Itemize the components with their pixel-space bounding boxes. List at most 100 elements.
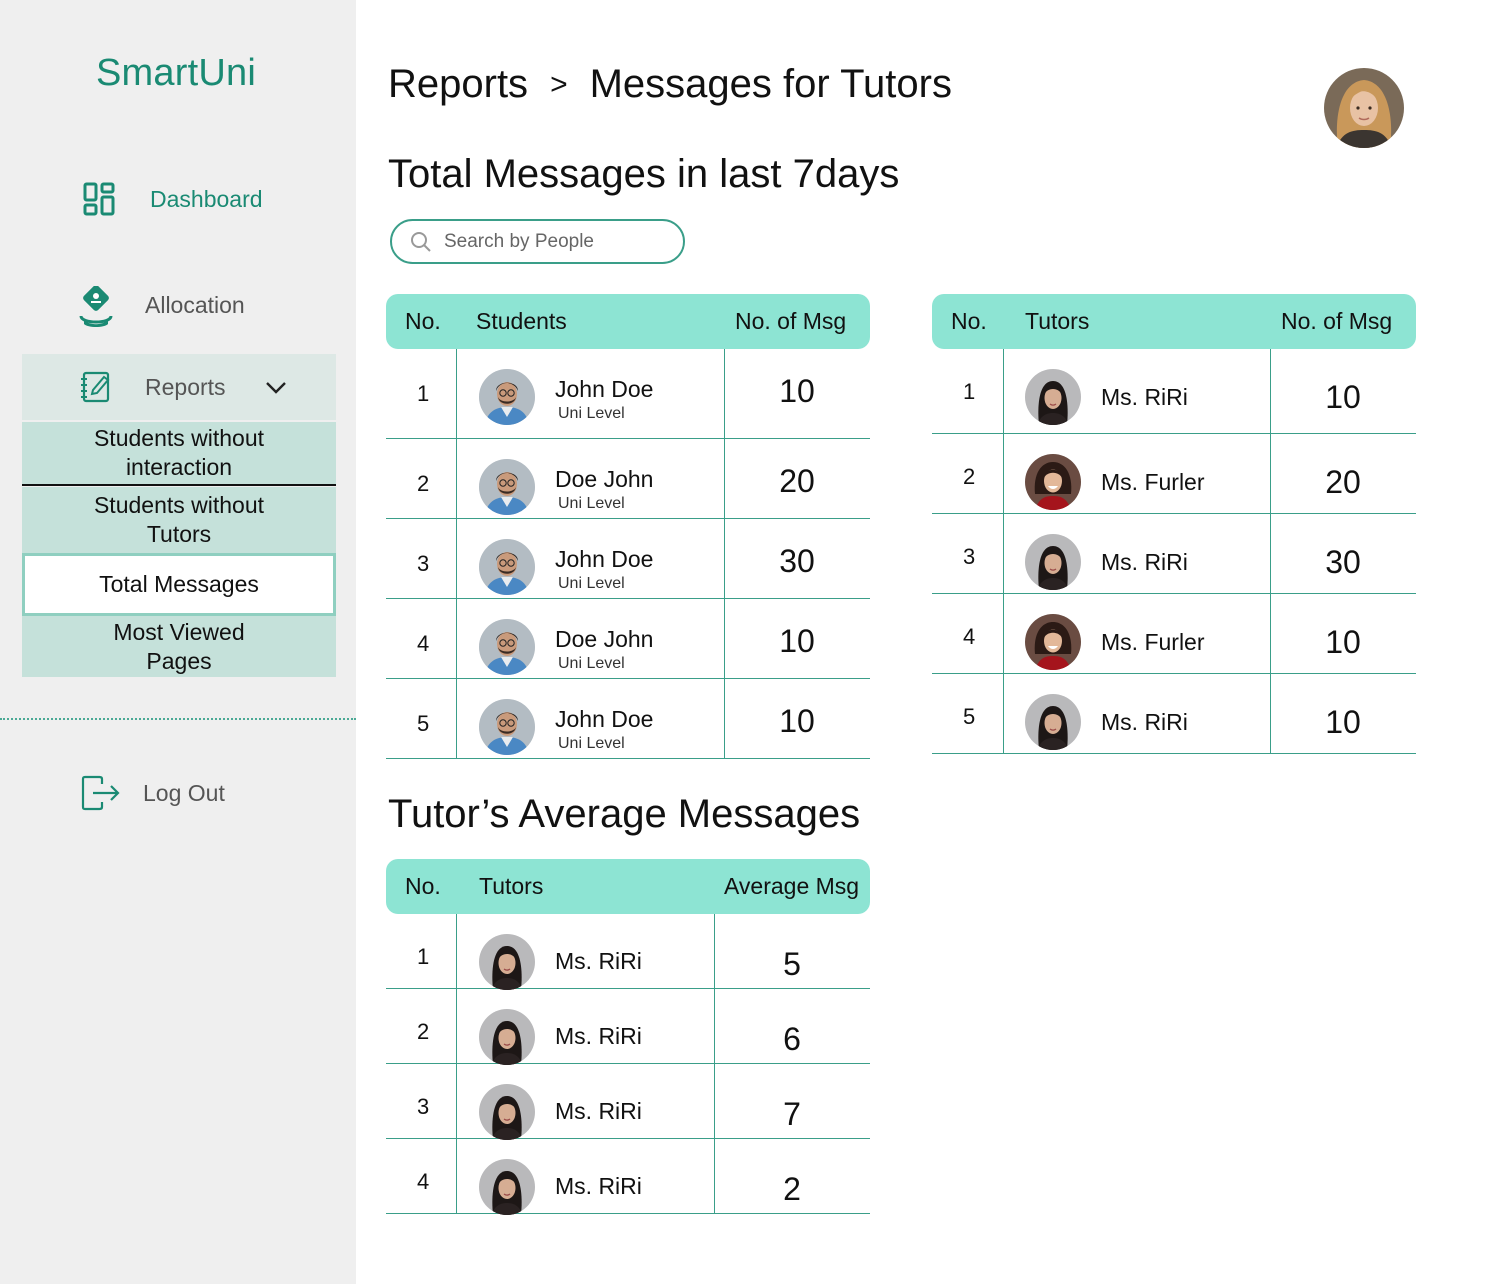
table-header: No. Students No. of Msg [386,294,870,349]
column-divider [456,914,457,988]
person-level: Uni Level [558,735,625,752]
person-name: Doe John [555,626,654,652]
avatar[interactable] [1025,369,1081,425]
search-bar[interactable] [390,219,685,264]
submenu-most-viewed-pages[interactable]: Most Viewed Pages [22,616,336,677]
submenu-label: Students without Tutors [93,492,265,547]
table-row[interactable]: 2 Ms. RiRi 6 [386,989,870,1065]
notebook-icon [80,370,114,404]
table-row[interactable]: 4 Doe John Uni Level 10 [386,599,870,679]
column-divider [456,519,457,598]
person-level: Uni Level [558,575,625,592]
avatar[interactable] [1025,454,1081,510]
column-divider [1003,434,1004,513]
column-divider [1003,594,1004,673]
table-row[interactable]: 2 Doe John Uni Level 20 [386,439,870,519]
message-count: 10 [1325,704,1361,740]
column-divider [456,349,457,438]
row-number: 1 [963,379,976,404]
column-divider [1003,349,1004,433]
column-divider [456,599,457,678]
avatar[interactable] [1025,534,1081,590]
avatar[interactable] [479,539,535,595]
avatar[interactable] [479,619,535,675]
avatar[interactable] [479,1084,535,1140]
table-row[interactable]: 2 Ms. Furler 20 [932,434,1416,514]
column-divider [1003,674,1004,753]
message-count: 5 [783,946,801,982]
section-title-total-messages: Total Messages in last 7days [388,152,900,196]
breadcrumb-reports[interactable]: Reports [388,62,528,107]
person-name: John Doe [555,376,654,402]
table-row[interactable]: 5 Ms. RiRi 10 [932,674,1416,754]
column-divider [1003,514,1004,593]
sidebar-item-reports[interactable]: Reports [22,354,336,420]
submenu-students-without-tutors[interactable]: Students without Tutors [22,487,336,553]
person-name: Doe John [555,466,654,492]
avatar[interactable] [479,459,535,515]
table-row[interactable]: 1 Ms. RiRi 10 [932,349,1416,434]
message-count: 10 [779,623,815,659]
table-row[interactable]: 1 John Doe Uni Level 10 [386,349,870,439]
message-count: 20 [1325,464,1361,500]
table-row[interactable]: 3 Ms. RiRi 7 [386,1064,870,1140]
message-count: 10 [779,373,815,409]
person-level: Uni Level [558,655,625,672]
table-header: No. Tutors No. of Msg [932,294,1416,349]
breadcrumb: Reports > Messages for Tutors [388,62,952,107]
allocation-icon [78,285,116,327]
search-input[interactable] [444,230,664,253]
column-divider [456,989,457,1063]
column-header-msg-count: No. of Msg [735,308,847,334]
avatar[interactable] [1025,694,1081,750]
sidebar-item-label: Reports [145,373,226,400]
submenu-total-messages[interactable]: Total Messages [22,553,336,616]
table-row[interactable]: 3 Ms. RiRi 30 [932,514,1416,594]
breadcrumb-separator: > [550,67,568,101]
sidebar-item-label: Allocation [145,291,245,318]
person-name: John Doe [555,546,654,572]
sidebar: SmartUni Dashboard Allocation Reports St… [0,0,356,1284]
person-name: Ms. RiRi [1101,549,1188,575]
submenu-label: Total Messages [99,571,259,597]
message-count: 30 [779,543,815,579]
row-number: 2 [963,464,976,489]
message-count: 2 [783,1171,801,1207]
logout-button[interactable]: Log Out [80,774,225,812]
row-number: 3 [417,1094,430,1119]
column-header-average: Average Msg [724,873,860,899]
message-count: 10 [779,703,815,739]
avatar[interactable] [479,369,535,425]
sidebar-item-dashboard[interactable]: Dashboard [80,180,263,218]
message-count: 10 [1325,624,1361,660]
avatar[interactable] [479,699,535,755]
app-logo[interactable]: SmartUni [96,52,256,95]
avatar[interactable] [479,1159,535,1215]
row-number: 5 [417,711,430,736]
column-header-tutors: Tutors [479,873,544,899]
avatar[interactable] [479,934,535,990]
row-number: 5 [963,704,976,729]
sidebar-item-allocation[interactable]: Allocation [78,285,245,327]
table-row[interactable]: 1 Ms. RiRi 5 [386,914,870,990]
grid-icon [80,180,118,218]
section-title-average-messages: Tutor’s Average Messages [388,792,861,836]
submenu-label: Students without interaction [93,425,265,480]
avatar[interactable] [1025,614,1081,670]
search-icon [410,231,432,253]
chevron-down-icon[interactable] [264,375,288,399]
table-header: No. Tutors Average Msg [386,859,870,914]
submenu-label: Most Viewed Pages [113,618,245,674]
submenu-students-without-interaction[interactable]: Students without interaction [22,422,336,486]
user-avatar[interactable] [1324,68,1404,148]
table-row[interactable]: 4 Ms. Furler 10 [932,594,1416,674]
table-row[interactable]: 3 John Doe Uni Level 30 [386,519,870,599]
avatar[interactable] [479,1009,535,1065]
column-divider [456,679,457,758]
row-number: 3 [417,551,430,576]
table-row[interactable]: 4 Ms. RiRi 2 [386,1139,870,1215]
message-count: 7 [783,1096,801,1132]
person-name: Ms. RiRi [555,1023,642,1049]
message-count: 30 [1325,544,1361,580]
table-row[interactable]: 5 John Doe Uni Level 10 [386,679,870,759]
